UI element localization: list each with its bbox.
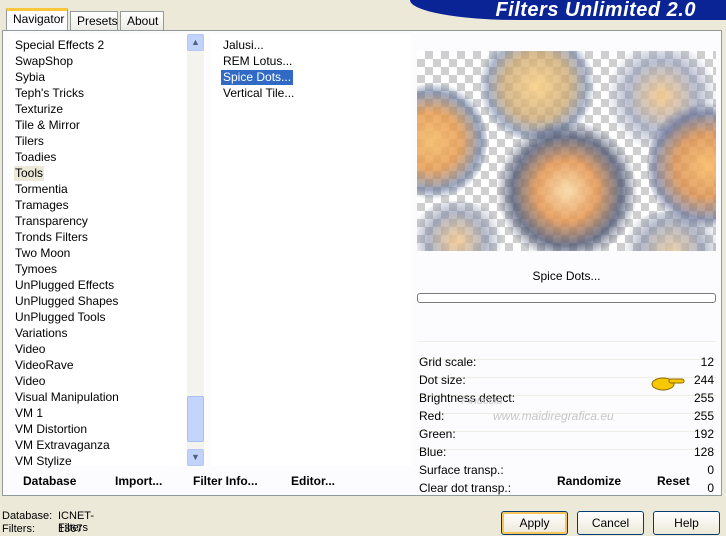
banner-title: Filters Unlimited 2.0 — [495, 0, 696, 21]
editor-button[interactable]: Editor... — [291, 474, 335, 488]
apply-button[interactable]: Apply — [501, 511, 568, 535]
tab-navigator[interactable]: Navigator — [6, 8, 68, 30]
param-row[interactable]: Green: 192 — [417, 425, 716, 443]
progress-bar — [417, 293, 716, 303]
param-value: 0 — [707, 481, 714, 495]
param-label: Grid scale: — [419, 355, 477, 369]
category-item[interactable]: Tramages — [14, 198, 70, 213]
category-item[interactable]: Special Effects 2 — [14, 38, 105, 53]
param-label: Clear dot transp.: — [419, 481, 512, 495]
param-value: 244 — [693, 373, 714, 387]
param-value: 12 — [700, 355, 714, 369]
category-item[interactable]: Tormentia — [14, 182, 69, 197]
status-filters: Filters: 1367 — [2, 523, 82, 535]
category-item[interactable]: Variations — [14, 326, 68, 341]
category-item[interactable]: Tile & Mirror — [14, 118, 81, 133]
category-item[interactable]: Video — [14, 342, 46, 357]
category-list[interactable]: Special Effects 2 SwapShop Sybia Teph's Tri… — [10, 34, 206, 469]
category-item[interactable]: Tools — [14, 166, 45, 181]
category-item[interactable]: UnPlugged Shapes — [14, 294, 119, 309]
randomize-button[interactable]: Randomize — [557, 474, 621, 488]
category-item[interactable]: VM Stylize — [14, 454, 73, 469]
status-filters-label: Filters: — [2, 523, 35, 535]
category-item[interactable]: VM Extravaganza — [14, 438, 111, 453]
param-row[interactable]: Blue: 128 — [417, 443, 716, 461]
param-label: Blue: — [419, 445, 447, 459]
category-item[interactable]: Texturize — [14, 102, 64, 117]
param-row[interactable]: Grid scale: 12 — [417, 353, 716, 371]
category-item[interactable]: Visual Manipulation — [14, 390, 120, 405]
navigator-panel: Special Effects 2 SwapShop Sybia Teph's Tri… — [2, 30, 722, 496]
category-item[interactable]: Toadies — [14, 150, 57, 165]
title-banner: Filters Unlimited 2.0 — [410, 0, 726, 21]
category-item[interactable]: Video — [14, 374, 46, 389]
status-filters-value: 1367 — [58, 523, 83, 535]
filter-item[interactable]: Vertical Tile... — [221, 86, 296, 101]
category-item[interactable]: VM 1 — [14, 406, 44, 421]
database-button[interactable]: Database — [23, 474, 76, 488]
filter-list[interactable]: Jalusi... REM Lotus... Spice Dots... Vertic… — [211, 34, 411, 466]
category-item[interactable]: VideoRave — [14, 358, 75, 373]
category-item[interactable]: Sybia — [14, 70, 46, 85]
category-item[interactable]: UnPlugged Tools — [14, 310, 107, 325]
import-button[interactable]: Import... — [115, 474, 162, 488]
category-item[interactable]: Tilers — [14, 134, 45, 149]
watermark-name: Pinuccia — [461, 395, 503, 407]
param-value: 255 — [693, 391, 714, 405]
param-label: Surface transp.: — [419, 463, 504, 477]
scroll-up-button[interactable]: ▲ — [187, 34, 204, 51]
watermark-url: www.maidiregrafica.eu — [493, 409, 614, 423]
category-item[interactable]: Tronds Filters — [14, 230, 89, 245]
param-label: Green: — [419, 427, 456, 441]
category-item[interactable]: Tymoes — [14, 262, 58, 277]
tab-about[interactable]: About — [120, 11, 164, 30]
param-label: Dot size: — [419, 373, 466, 387]
param-value: 255 — [693, 409, 714, 423]
category-item[interactable]: UnPlugged Effects — [14, 278, 115, 293]
filter-info-button[interactable]: Filter Info... — [193, 474, 258, 488]
status-database: Database: ICNET-Filters — [2, 510, 94, 534]
preview-image — [417, 51, 716, 251]
effect-name: Spice Dots... — [532, 269, 601, 283]
filter-item[interactable]: REM Lotus... — [221, 54, 294, 69]
param-value: 0 — [707, 463, 714, 477]
category-item[interactable]: Teph's Tricks — [14, 86, 85, 101]
param-value: 192 — [693, 427, 714, 441]
scroll-down-button[interactable]: ▼ — [187, 449, 204, 466]
filter-item[interactable]: Spice Dots... — [221, 70, 294, 85]
reset-button[interactable]: Reset — [657, 474, 690, 488]
filter-item[interactable]: Jalusi... — [221, 38, 266, 53]
tab-presets[interactable]: Presets — [70, 11, 118, 30]
scroll-thumb[interactable] — [187, 396, 204, 442]
status-database-label: Database: — [2, 510, 53, 522]
cancel-button[interactable]: Cancel — [577, 511, 644, 535]
help-button[interactable]: Help — [653, 511, 720, 535]
category-item[interactable]: VM Distortion — [14, 422, 88, 437]
category-item[interactable]: Two Moon — [14, 246, 71, 261]
param-label: Red: — [419, 409, 445, 423]
param-value: 128 — [693, 445, 714, 459]
category-item[interactable]: SwapShop — [14, 54, 74, 69]
category-scrollbar[interactable]: ▲ ▼ — [187, 34, 204, 466]
category-item[interactable]: Transparency — [14, 214, 89, 229]
pointing-hand-icon — [651, 377, 685, 391]
